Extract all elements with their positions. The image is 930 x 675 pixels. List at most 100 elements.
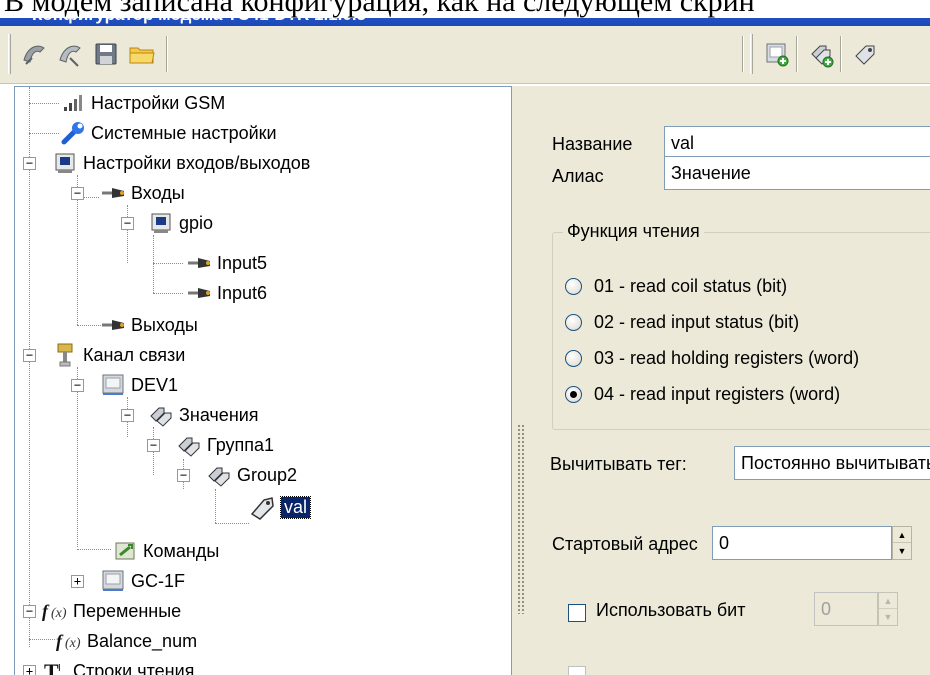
alias-input[interactable]: Значение xyxy=(664,156,930,190)
function-icon: f (x) xyxy=(55,628,83,654)
tree-item-outputs[interactable]: Выходы xyxy=(99,309,198,341)
expand-toggle[interactable]: + xyxy=(23,665,36,675)
tree-item-label: Системные настройки xyxy=(91,122,277,143)
svg-text:T: T xyxy=(44,659,59,675)
collapse-toggle[interactable]: − xyxy=(71,187,84,200)
add-group-button[interactable] xyxy=(804,38,836,70)
radio-button-checked[interactable] xyxy=(565,385,582,403)
tree-item-system-settings[interactable]: Системные настройки xyxy=(59,117,277,149)
tree-item-label: Group2 xyxy=(237,464,298,485)
tags-icon xyxy=(205,462,233,488)
collapse-toggle[interactable]: − xyxy=(71,379,84,392)
tree-item-val[interactable]: val xyxy=(249,491,312,523)
alias-label: Алиас xyxy=(552,166,604,186)
tree-item-group1[interactable]: Группа1 xyxy=(175,429,274,461)
save-button[interactable] xyxy=(90,38,122,70)
tree-item-gpio[interactable]: gpio xyxy=(147,207,213,239)
tree-item-label: Выходы xyxy=(131,314,198,335)
add-tag-button[interactable] xyxy=(848,38,880,70)
radio-button[interactable] xyxy=(565,313,582,331)
tree-item-comm-channel[interactable]: Канал связи xyxy=(51,339,185,371)
bit-number-input[interactable]: 0 xyxy=(814,592,878,626)
tree-item-label: val xyxy=(279,495,312,519)
radio-button[interactable] xyxy=(565,349,582,367)
open-button[interactable] xyxy=(126,38,158,70)
collapse-toggle[interactable]: − xyxy=(121,217,134,230)
wrench-icon xyxy=(59,120,87,146)
add-device-button[interactable] xyxy=(760,38,792,70)
tree-item-commands[interactable]: Команды xyxy=(111,535,219,567)
collapse-toggle[interactable]: − xyxy=(23,157,36,170)
use-bit-checkbox[interactable] xyxy=(568,604,586,622)
splitter-grip[interactable] xyxy=(517,424,525,614)
spin-up-icon[interactable]: ▲ xyxy=(879,593,897,609)
read-function-group: Функция чтения 01 - read coil status (bi… xyxy=(552,221,930,430)
connector-icon xyxy=(185,250,213,276)
disconnect-button[interactable] xyxy=(54,38,86,70)
tree-item-label: gpio xyxy=(179,212,214,233)
connect-button[interactable] xyxy=(18,38,50,70)
name-input[interactable]: val xyxy=(664,126,930,160)
tree-item-label: Input6 xyxy=(217,282,268,303)
next-option-checkbox[interactable] xyxy=(568,666,586,675)
read-function-title: Функция чтения xyxy=(563,221,704,242)
radio-read-holding-registers[interactable]: 03 - read holding registers (word) xyxy=(565,343,859,373)
collapse-toggle[interactable]: − xyxy=(147,439,160,452)
pane-splitter[interactable] xyxy=(512,86,530,675)
start-address-input[interactable]: 0 xyxy=(712,526,892,560)
tree-item-balance-num[interactable]: f (x) Balance_num xyxy=(55,625,197,657)
tags-icon xyxy=(175,432,203,458)
tags-icon xyxy=(147,402,175,428)
read-tag-select[interactable]: Постоянно вычитывать xyxy=(734,446,930,480)
bit-number-spinner[interactable]: ▲ ▼ xyxy=(878,592,898,626)
radio-button[interactable] xyxy=(565,277,582,295)
tree-item-read-strings[interactable]: TI Строки чтения xyxy=(41,655,194,675)
connector-icon xyxy=(99,312,127,338)
toolbar-grip[interactable] xyxy=(8,34,11,74)
tree-item-input5[interactable]: Input5 xyxy=(185,247,267,279)
tree-item-group2[interactable]: Group2 xyxy=(205,459,297,491)
tree-item-gc1f[interactable]: GC-1F xyxy=(99,565,185,597)
radio-read-input-registers[interactable]: 04 - read input registers (word) xyxy=(565,379,840,409)
spin-up-icon[interactable]: ▲ xyxy=(893,527,911,543)
spin-down-icon[interactable]: ▼ xyxy=(879,609,897,625)
toolbar xyxy=(0,26,930,84)
properties-panel: Название val Алиас Значение Функция чтен… xyxy=(530,86,930,675)
add-group-icon xyxy=(811,45,834,68)
read-tag-label: Вычитывать тег: xyxy=(550,454,687,474)
radio-read-input-status[interactable]: 02 - read input status (bit) xyxy=(565,307,799,337)
expand-toggle[interactable]: + xyxy=(71,575,84,588)
device-icon xyxy=(99,568,127,594)
start-address-label: Стартовый адрес xyxy=(552,534,698,554)
tree-item-variables[interactable]: f (x) Переменные xyxy=(41,595,181,627)
svg-text:(x): (x) xyxy=(51,606,67,621)
tree-item-values[interactable]: Значения xyxy=(147,399,259,431)
use-bit-label: Использовать бит xyxy=(596,600,746,620)
text-icon: TI xyxy=(41,658,69,675)
tag-icon xyxy=(249,494,277,520)
device-icon xyxy=(99,372,127,398)
start-address-spinner[interactable]: ▲ ▼ xyxy=(892,526,912,560)
svg-text:f: f xyxy=(56,631,64,651)
toolbar-grip-2[interactable] xyxy=(750,34,753,74)
collapse-toggle[interactable]: − xyxy=(177,469,190,482)
disconnect-icon xyxy=(59,45,81,67)
tree-item-io-settings[interactable]: Настройки входов/выходов xyxy=(51,147,310,179)
signal-icon xyxy=(59,90,87,116)
radio-read-coil-status[interactable]: 01 - read coil status (bit) xyxy=(565,271,787,301)
tree-item-inputs[interactable]: Входы xyxy=(99,177,185,209)
tree-item-label: Канал связи xyxy=(83,344,186,365)
tree-item-dev1[interactable]: DEV1 xyxy=(99,369,178,401)
tree-item-label: Входы xyxy=(131,182,185,203)
spin-down-icon[interactable]: ▼ xyxy=(893,543,911,559)
port-icon xyxy=(51,342,79,368)
config-tree[interactable]: Настройки GSM Системные настройки − Наст… xyxy=(14,86,512,675)
collapse-toggle[interactable]: − xyxy=(23,605,36,618)
connect-icon xyxy=(23,45,45,65)
collapse-toggle[interactable]: − xyxy=(23,349,36,362)
tree-item-input6[interactable]: Input6 xyxy=(185,277,267,309)
tree-item-label: Команды xyxy=(143,540,220,561)
tree-item-gsm-settings[interactable]: Настройки GSM xyxy=(59,87,225,119)
collapse-toggle[interactable]: − xyxy=(121,409,134,422)
tree-item-label: Переменные xyxy=(73,600,182,621)
